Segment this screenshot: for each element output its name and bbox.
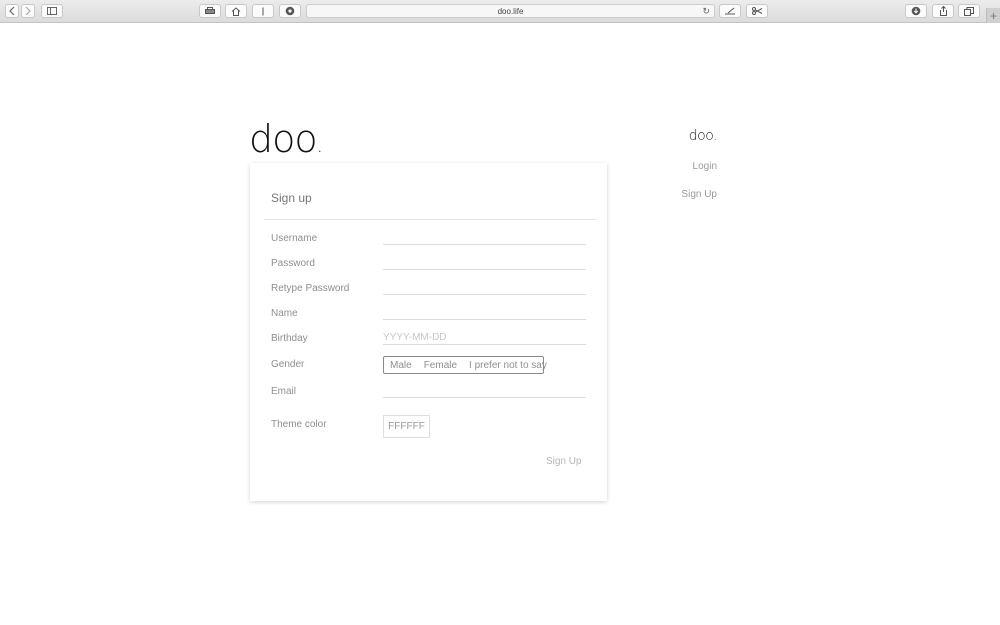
username-field[interactable] bbox=[383, 244, 586, 245]
url-text: doo.life bbox=[497, 6, 524, 16]
form-divider bbox=[264, 219, 596, 220]
side-logo[interactable]: doo. bbox=[689, 128, 718, 144]
share-icon bbox=[939, 6, 947, 16]
pencil-icon bbox=[725, 7, 735, 15]
reload-icon[interactable]: ↻ bbox=[702, 6, 710, 17]
back-button[interactable] bbox=[5, 4, 19, 18]
clip-button[interactable] bbox=[746, 4, 768, 18]
tabs-button[interactable] bbox=[958, 4, 980, 18]
sidebar-toggle-button[interactable] bbox=[41, 4, 63, 18]
gender-label: Gender bbox=[271, 359, 305, 370]
email-label: Email bbox=[271, 386, 297, 397]
username-label: Username bbox=[271, 233, 318, 244]
form-title: Sign up bbox=[271, 191, 312, 205]
tabs-icon bbox=[964, 6, 974, 16]
address-bar[interactable]: doo.life ↻ bbox=[306, 4, 715, 18]
name-field[interactable] bbox=[383, 319, 586, 320]
share-button[interactable] bbox=[932, 4, 954, 18]
password-field[interactable] bbox=[383, 269, 586, 270]
new-tab-button[interactable]: + bbox=[986, 8, 1000, 23]
gender-option-unspecified[interactable]: I prefer not to say bbox=[463, 360, 553, 371]
reader-button[interactable] bbox=[252, 4, 274, 18]
name-label: Name bbox=[271, 308, 298, 319]
birthday-field[interactable] bbox=[383, 344, 586, 345]
gender-selector[interactable]: Male Female I prefer not to say bbox=[383, 356, 547, 374]
sidebar-icon bbox=[47, 7, 57, 15]
chevron-left-icon bbox=[9, 7, 15, 15]
home-icon bbox=[231, 6, 241, 16]
scissors-icon bbox=[751, 7, 762, 15]
brand-logo: doo. bbox=[249, 117, 323, 161]
downloads-button[interactable] bbox=[905, 4, 927, 18]
theme-color-input[interactable]: FFFFFF bbox=[383, 415, 430, 438]
email-field[interactable] bbox=[383, 397, 586, 398]
cursor-icon bbox=[262, 7, 264, 15]
home-button[interactable] bbox=[225, 4, 247, 18]
extension-icon bbox=[285, 6, 295, 16]
gender-option-female[interactable]: Female bbox=[418, 360, 463, 371]
browser-toolbar: doo.life ↻ + bbox=[0, 0, 1000, 23]
retype-password-field[interactable] bbox=[383, 294, 586, 295]
retype-password-label: Retype Password bbox=[271, 283, 350, 294]
logo-dot: . bbox=[316, 133, 323, 157]
birthday-label: Birthday bbox=[271, 333, 308, 344]
printer-icon bbox=[205, 7, 215, 14]
side-nav: doo. Login Sign Up bbox=[681, 128, 718, 200]
logo-text: doo bbox=[249, 117, 318, 161]
print-button[interactable] bbox=[199, 4, 221, 18]
birthday-placeholder[interactable]: YYYY-MM-DD bbox=[383, 332, 447, 343]
edit-button[interactable] bbox=[719, 4, 741, 18]
gender-option-male[interactable]: Male bbox=[384, 360, 418, 371]
signup-card: Sign up Username Password Retype Passwor… bbox=[250, 163, 607, 501]
download-icon bbox=[911, 6, 921, 16]
theme-color-label: Theme color bbox=[271, 419, 327, 430]
plus-icon: + bbox=[989, 8, 997, 23]
signup-link[interactable]: Sign Up bbox=[681, 189, 717, 200]
login-link[interactable]: Login bbox=[693, 161, 717, 172]
signup-submit-button[interactable]: Sign Up bbox=[546, 456, 582, 467]
chevron-right-icon bbox=[25, 7, 31, 15]
password-label: Password bbox=[271, 258, 315, 269]
extension-button[interactable] bbox=[279, 4, 301, 18]
forward-button[interactable] bbox=[21, 4, 35, 18]
